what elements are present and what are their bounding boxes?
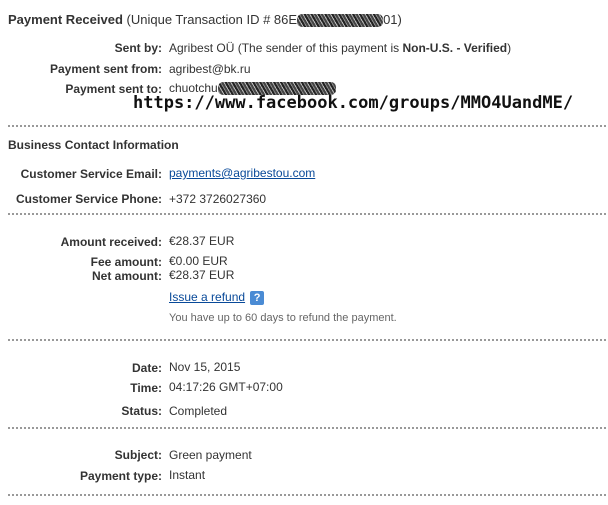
- time-value: 04:17:26 GMT+07:00: [169, 380, 283, 394]
- payment-type-value: Instant: [169, 468, 206, 482]
- sent-from-value: agribest@bk.ru: [169, 62, 251, 76]
- sender-status: Non-U.S. - Verified: [402, 41, 508, 55]
- service-email-label: Customer Service Email:: [20, 167, 162, 181]
- fee-amount-label: Fee amount:: [90, 255, 162, 269]
- date-label: Date:: [131, 361, 162, 375]
- sender-note-suffix: ): [507, 41, 512, 55]
- redacted-transaction-id: [297, 14, 384, 28]
- fee-amount-value: €0.00 EUR: [169, 254, 228, 268]
- net-amount-value: €28.37 EUR: [169, 268, 235, 282]
- date-value: Nov 15, 2015: [169, 360, 241, 374]
- help-icon[interactable]: ?: [250, 290, 265, 305]
- net-amount-label: Net amount:: [92, 269, 162, 283]
- separator: [8, 427, 606, 429]
- sender-name: Agribest OÜ: [169, 41, 235, 55]
- separator: [8, 213, 606, 215]
- business-contact-heading: Business Contact Information: [8, 138, 179, 152]
- refund-note: You have up to 60 days to refund the pay…: [169, 312, 397, 324]
- subject-label: Subject:: [114, 448, 162, 462]
- refund-row: Issue a refund?: [169, 290, 265, 305]
- sender-note-prefix: (The sender of this payment is: [237, 41, 403, 55]
- separator: [8, 125, 606, 127]
- separator: [8, 494, 606, 496]
- payment-type-label: Payment type:: [79, 469, 162, 483]
- time-label: Time:: [130, 381, 162, 395]
- transaction-id-suffix: 01): [383, 12, 402, 27]
- amount-received-label: Amount received:: [60, 235, 162, 249]
- sent-from-label: Payment sent from:: [49, 62, 162, 76]
- service-phone-label: Customer Service Phone:: [15, 192, 162, 206]
- status-value: Completed: [169, 404, 228, 418]
- watermark-text: https://www.facebook.com/groups/MMO4Uand…: [133, 93, 574, 113]
- service-phone-value: +372 3726027360: [169, 192, 267, 206]
- subject-value: Green payment: [169, 448, 252, 462]
- amount-received-value: €28.37 EUR: [169, 234, 235, 248]
- status-label: Status:: [121, 404, 162, 418]
- sent-by-value: Agribest OÜ (The sender of this payment …: [169, 41, 511, 55]
- separator: [8, 339, 606, 341]
- sent-by-label: Sent by:: [114, 41, 162, 55]
- page-title: Payment Received: [8, 12, 123, 27]
- issue-refund-link[interactable]: Issue a refund: [169, 290, 245, 304]
- service-email-link[interactable]: payments@agribestou.com: [169, 166, 315, 180]
- transaction-title: Payment Received (Unique Transaction ID …: [8, 12, 402, 28]
- transaction-id-prefix: (Unique Transaction ID # 86E: [126, 12, 298, 27]
